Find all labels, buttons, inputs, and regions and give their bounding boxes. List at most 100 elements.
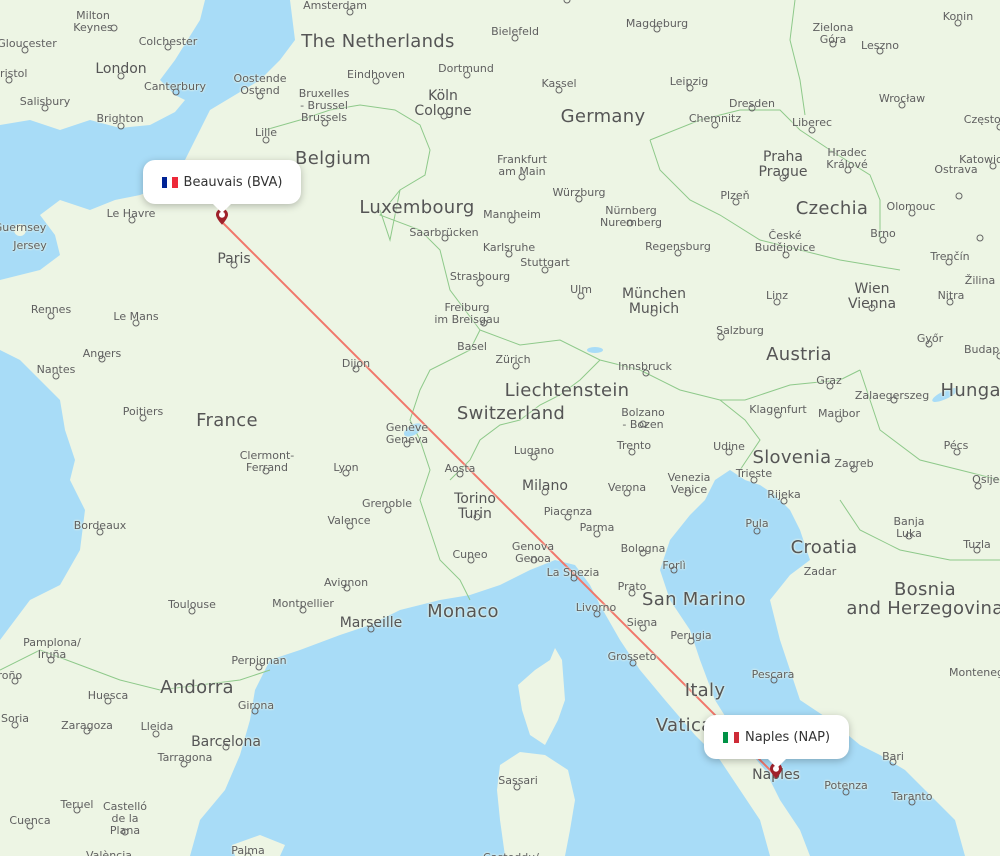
city-marker-icon — [518, 173, 526, 181]
city-marker-icon — [222, 743, 230, 751]
city-marker-icon — [626, 219, 634, 227]
city-marker-icon — [890, 396, 898, 404]
city-label: Zadar — [803, 565, 837, 578]
city-marker-icon — [96, 528, 104, 536]
city-marker-icon — [512, 362, 520, 370]
city-marker-icon — [342, 469, 350, 477]
city-marker-icon — [172, 88, 180, 96]
city-marker-icon — [352, 365, 360, 373]
city-marker-icon — [748, 104, 756, 112]
city-marker-icon — [530, 453, 538, 461]
city-marker-icon — [26, 822, 34, 830]
city-marker-icon — [98, 355, 106, 363]
city-label: Częstochowa — [963, 113, 1000, 126]
city-marker-icon — [299, 606, 307, 614]
city-marker-icon — [593, 610, 601, 618]
city-marker-icon — [21, 46, 29, 54]
city-marker-icon — [467, 556, 475, 564]
city-marker-icon — [996, 352, 1000, 360]
city-marker-icon — [505, 250, 513, 258]
city-marker-icon — [117, 72, 125, 80]
city-marker-icon — [47, 656, 55, 664]
city-marker-icon — [555, 86, 563, 94]
city-marker-icon — [725, 448, 733, 456]
city-label: Amsterdam — [303, 0, 367, 12]
country-label: Switzerland — [456, 403, 566, 424]
city-marker-icon — [639, 420, 647, 428]
country-label: Andorra — [160, 677, 234, 698]
city-marker-icon — [976, 234, 984, 242]
city-marker-icon — [132, 319, 140, 327]
city-label: Guernsey — [0, 221, 47, 234]
city-marker-icon — [954, 19, 962, 27]
city-marker-icon — [953, 448, 961, 456]
city-marker-icon — [732, 198, 740, 206]
city-marker-icon — [639, 549, 647, 557]
country-label: Austria — [766, 344, 832, 365]
city-marker-icon — [476, 279, 484, 287]
country-label: Italy — [684, 680, 726, 701]
country-label: Liechtenstein — [504, 380, 630, 401]
city-marker-icon — [653, 25, 661, 33]
city-marker-icon — [456, 470, 464, 478]
city-marker-icon — [513, 783, 521, 791]
city-marker-icon — [955, 192, 963, 200]
city-marker-icon — [473, 513, 481, 521]
city-marker-icon — [717, 333, 725, 341]
city-marker-icon — [110, 24, 118, 32]
city-marker-icon — [577, 292, 585, 300]
city-label: Montenegro — [948, 666, 1000, 679]
city-marker-icon — [570, 574, 578, 582]
city-marker-icon — [564, 513, 572, 521]
city-marker-icon — [908, 798, 916, 806]
city-marker-icon — [629, 659, 637, 667]
city-marker-icon — [650, 309, 658, 317]
city-marker-icon — [879, 236, 887, 244]
city-label: Jersey — [13, 239, 47, 252]
city-marker-icon — [842, 788, 850, 796]
country-label: The Netherlands — [301, 31, 455, 52]
city-marker-icon — [251, 707, 259, 715]
city-marker-icon — [773, 298, 781, 306]
city-marker-icon — [11, 721, 19, 729]
city-marker-icon — [541, 488, 549, 496]
city-marker-icon — [974, 482, 982, 490]
city-marker-icon — [905, 532, 913, 540]
city-marker-icon — [530, 556, 538, 564]
city-label: València — [85, 849, 133, 856]
destination-airport-popup[interactable]: Naples (NAP) — [704, 715, 849, 768]
city-marker-icon — [73, 806, 81, 814]
city-label: České Budějovice — [754, 229, 816, 254]
city-marker-icon — [687, 637, 695, 645]
city-marker-icon — [346, 522, 354, 530]
city-marker-icon — [989, 162, 997, 170]
city-marker-icon — [780, 497, 788, 505]
country-label: Hungary — [940, 380, 1000, 401]
destination-airport-label: Naples (NAP) — [744, 729, 831, 745]
origin-airport-label: Beauvais (BVA) — [183, 174, 283, 190]
city-marker-icon — [121, 828, 129, 836]
country-label: Germany — [560, 106, 646, 127]
city-marker-icon — [946, 298, 954, 306]
origin-airport-popup[interactable]: Beauvais (BVA) — [143, 160, 301, 213]
city-marker-icon — [973, 546, 981, 554]
italy-flag-icon — [722, 731, 739, 743]
city-marker-icon — [255, 663, 263, 671]
city-marker-icon — [384, 506, 392, 514]
country-label: Croatia — [790, 537, 858, 558]
city-marker-icon — [104, 697, 112, 705]
city-marker-icon — [256, 92, 264, 100]
country-label: Monaco — [427, 601, 499, 622]
city-marker-icon — [868, 304, 876, 312]
land-sardinia — [497, 752, 575, 856]
city-marker-icon — [835, 415, 843, 423]
city-marker-icon — [774, 411, 782, 419]
city-label: Budapest — [963, 343, 1000, 356]
city-marker-icon — [593, 530, 601, 538]
city-marker-icon — [628, 448, 636, 456]
city-marker-icon — [5, 76, 13, 84]
city-marker-icon — [844, 166, 852, 174]
france-flag-icon — [161, 176, 178, 188]
route-map[interactable]: Milton KeynesGloucesterColchesterLondonB… — [0, 0, 1000, 856]
city-marker-icon — [642, 369, 650, 377]
